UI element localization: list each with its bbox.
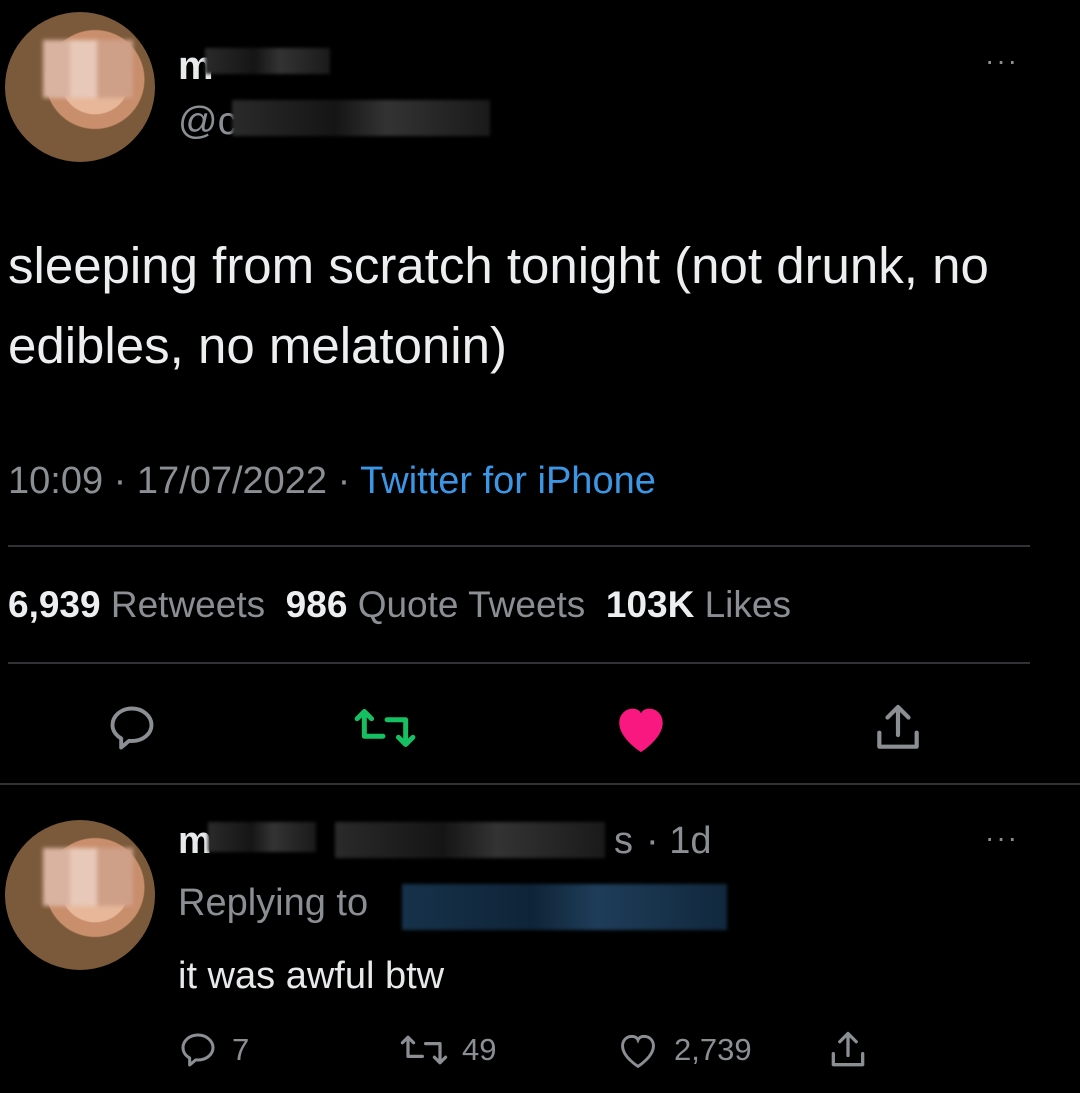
reply-count: 7 [232, 1032, 250, 1067]
divider [0, 783, 1080, 785]
tweet-time: 10:09 [8, 460, 104, 502]
share-button[interactable] [870, 700, 926, 756]
reply-like-button[interactable]: 2,739 [616, 1030, 752, 1070]
reply-reply-button[interactable]: 7 [178, 1030, 249, 1070]
reply-icon [181, 1033, 215, 1067]
share-icon [831, 1031, 865, 1067]
tweet-date: 17/07/2022 [136, 460, 328, 502]
likes-stat[interactable]: 103K Likes [606, 584, 791, 625]
redacted-name [208, 822, 316, 852]
tweet-source-link[interactable]: Twitter for iPhone [360, 460, 656, 502]
retweet-button[interactable] [354, 703, 416, 753]
reply-retweet-button[interactable]: 49 [400, 1030, 496, 1070]
author-avatar[interactable] [5, 12, 155, 162]
reply-handle-fragment[interactable]: s [614, 820, 633, 863]
divider [8, 545, 1030, 547]
tweet-text: sleeping from scratch tonight (not drunk… [8, 237, 989, 374]
more-options-button[interactable]: ··· [985, 45, 1019, 77]
reply-author-avatar[interactable] [5, 820, 155, 970]
retweet-icon [354, 708, 416, 748]
like-count: 2,739 [674, 1032, 752, 1067]
retweet-icon [400, 1035, 448, 1065]
reply-text: it was awful btw [178, 955, 445, 997]
redacted-handle [335, 822, 605, 858]
redacted-handle [232, 100, 490, 136]
reply-button[interactable] [106, 702, 158, 754]
author-handle[interactable]: @c [178, 100, 237, 144]
divider [8, 662, 1030, 664]
replying-to-label: Replying to [178, 882, 369, 924]
redacted-name [205, 48, 330, 74]
like-icon [621, 1034, 655, 1069]
reply-time: · 1d [646, 820, 712, 862]
tweet-stats: 6,939 Retweets 986 Quote Tweets 103K Lik… [8, 584, 791, 626]
reply-more-options-button[interactable]: ··· [985, 822, 1019, 854]
quote-tweets-stat[interactable]: 986 Quote Tweets [286, 584, 586, 625]
reply-icon [110, 706, 154, 750]
share-icon [877, 704, 919, 749]
tweet-meta: 10:09 · 17/07/2022 · Twitter for iPhone [8, 460, 656, 502]
redacted-mention [402, 884, 727, 930]
retweets-stat[interactable]: 6,939 Retweets [8, 584, 265, 625]
reply-share-button[interactable] [826, 1028, 870, 1072]
retweet-count: 49 [462, 1032, 497, 1067]
reply-author-name[interactable]: m [178, 820, 212, 863]
like-button[interactable] [612, 701, 670, 755]
like-icon [619, 708, 663, 753]
